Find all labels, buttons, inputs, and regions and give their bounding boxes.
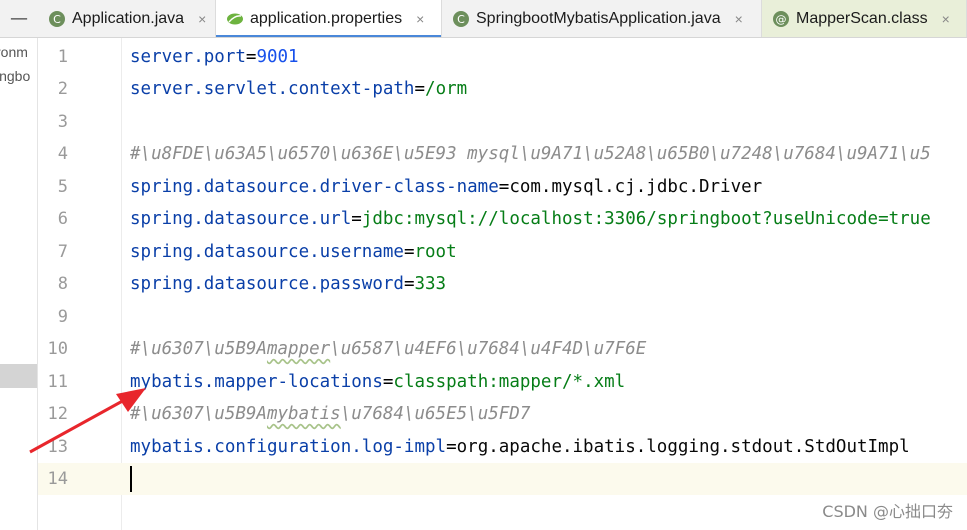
code-line[interactable]: spring.datasource.password=333 — [130, 268, 446, 300]
code-line[interactable]: server.port=9001 — [130, 41, 299, 73]
tab-label: Application.java — [72, 9, 185, 27]
property-value: root — [414, 242, 457, 262]
line-number: 5 — [57, 177, 68, 197]
line-number: 6 — [57, 209, 68, 229]
tab-application-properties[interactable]: application.properties × — [216, 0, 442, 37]
property-value: 333 — [414, 274, 447, 294]
line-number-current: 14 — [38, 463, 122, 495]
equals-sign: = — [351, 209, 362, 229]
tab-application-java[interactable]: C Application.java × — [38, 0, 216, 37]
equals-sign: = — [403, 242, 415, 262]
collapse-panel-button[interactable]: — — [0, 0, 38, 37]
line-number: 12 — [47, 404, 68, 424]
spring-class-icon: C — [453, 10, 469, 27]
close-icon[interactable]: × — [198, 11, 206, 27]
project-tree-item[interactable]: ingbo — [0, 68, 30, 84]
text-caret — [130, 466, 132, 492]
equals-sign: = — [382, 372, 394, 392]
property-key: mybatis.configuration.log-impl — [130, 437, 447, 457]
close-icon[interactable]: × — [416, 11, 424, 27]
code-line[interactable]: mybatis.configuration.log-impl=org.apach… — [130, 431, 910, 463]
code-line[interactable]: server.servlet.context-path=/orm — [130, 73, 467, 105]
spellcheck-word: mapper — [266, 339, 331, 359]
line-number: 7 — [57, 242, 68, 262]
tab-label: SpringbootMybatisApplication.java — [476, 9, 721, 27]
equals-sign: = — [403, 274, 415, 294]
code-line[interactable]: spring.datasource.driver-class-name=com.… — [130, 171, 762, 203]
spellcheck-word: mybatis — [266, 404, 341, 424]
comment-text: \u6587\u4EF6\u7684\u4F4D\u7F6E — [330, 339, 647, 359]
current-line-highlight — [122, 463, 967, 495]
property-value: 9001 — [256, 47, 299, 67]
code-line[interactable]: mybatis.mapper-locations=classpath:mappe… — [130, 366, 625, 398]
line-number-gutter: 1 2 3 4 5 6 7 8 9 10 11 12 13 14 — [38, 38, 122, 530]
spring-leaf-icon — [227, 13, 243, 24]
property-value: classpath:mapper/*.xml — [393, 372, 626, 392]
annotation-icon: @ — [773, 10, 789, 27]
comment-text: \u7684\u65E5\u5FD7 — [340, 404, 531, 424]
line-number: 4 — [57, 144, 68, 164]
comment-text: #\u6307\u5B9A — [130, 339, 267, 359]
editor-tab-bar: — C Application.java × application.prope… — [0, 0, 967, 38]
project-tree-selection — [0, 364, 37, 388]
equals-sign: = — [414, 79, 426, 99]
line-number: 13 — [47, 437, 68, 457]
equals-sign: = — [498, 177, 510, 197]
property-key: spring.datasource.username — [130, 242, 404, 262]
line-number: 3 — [57, 112, 68, 132]
property-key: spring.datasource.password — [130, 274, 404, 294]
comment-line[interactable]: #\u8FDE\u63A5\u6570\u636E\u5E93 mysql\u9… — [130, 138, 931, 170]
comment-line[interactable]: #\u6307\u5B9Amapper\u6587\u4EF6\u7684\u4… — [130, 333, 646, 365]
property-key: server.port — [130, 47, 246, 67]
code-editor[interactable]: server.port=9001 server.servlet.context-… — [122, 38, 967, 530]
line-number: 1 — [57, 47, 68, 67]
property-value: org.apache.ibatis.logging.stdout.StdOutI… — [456, 437, 910, 457]
property-value: /orm — [425, 79, 468, 99]
tab-mapperscan-class[interactable]: @ MapperScan.class × — [762, 0, 967, 37]
code-line[interactable]: spring.datasource.url=jdbc:mysql://local… — [130, 203, 931, 235]
svg-text:C: C — [53, 13, 61, 26]
property-value: com.mysql.cj.jdbc.Driver — [509, 177, 763, 197]
property-key: spring.datasource.url — [130, 209, 352, 229]
line-number: 9 — [57, 307, 68, 327]
svg-text:C: C — [457, 13, 465, 26]
equals-sign: = — [245, 47, 257, 67]
project-tree-item[interactable]: ronm — [0, 44, 28, 60]
property-key: spring.datasource.driver-class-name — [130, 177, 499, 197]
line-number: 11 — [47, 372, 68, 392]
spring-class-icon: C — [49, 10, 65, 27]
close-icon[interactable]: × — [735, 11, 743, 27]
close-icon[interactable]: × — [942, 11, 950, 27]
line-number: 2 — [57, 79, 68, 99]
watermark: CSDN @心拙口夯 — [822, 502, 953, 521]
property-value: jdbc:mysql://localhost:3306/springboot?u… — [361, 209, 931, 229]
project-panel: ronm ingbo — [0, 38, 38, 530]
line-number: 8 — [57, 274, 68, 294]
tab-label: MapperScan.class — [796, 9, 928, 27]
equals-sign: = — [446, 437, 457, 457]
line-number: 10 — [47, 339, 68, 359]
code-line[interactable]: spring.datasource.username=root — [130, 236, 457, 268]
comment-line[interactable]: #\u6307\u5B9Amybatis\u7684\u65E5\u5FD7 — [130, 398, 530, 430]
comment-text: #\u6307\u5B9A — [130, 404, 267, 424]
tab-label: application.properties — [250, 9, 403, 27]
property-key: mybatis.mapper-locations — [130, 372, 383, 392]
tab-springboot-mybatis-application[interactable]: C SpringbootMybatisApplication.java × — [442, 0, 762, 37]
svg-text:@: @ — [776, 13, 787, 26]
property-key: server.servlet.context-path — [130, 79, 415, 99]
